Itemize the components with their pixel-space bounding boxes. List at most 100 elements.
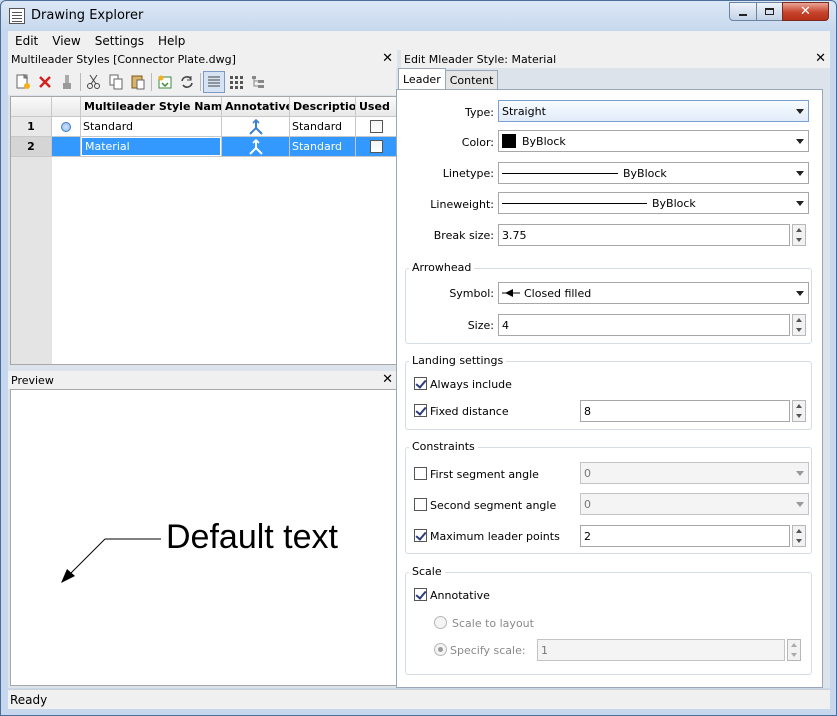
close-button[interactable]: ✕ <box>782 2 829 21</box>
row-number[interactable]: 1 <box>11 117 52 137</box>
specify-scale-label[interactable]: Specify scale: <box>450 644 526 657</box>
linetype-combo[interactable]: ByBlock <box>498 162 809 184</box>
first-segment-angle-label[interactable]: First segment angle <box>430 468 539 481</box>
description-cell[interactable]: Standard <box>290 117 356 137</box>
style-name-cell[interactable]: Material <box>81 137 222 157</box>
arrow-size-spinner[interactable] <box>792 314 806 336</box>
chevron-down-icon <box>796 502 804 507</box>
used-cell[interactable] <box>356 117 396 137</box>
fixed-distance-spinner[interactable] <box>792 400 806 422</box>
styles-panel-close-icon[interactable]: ✕ <box>382 51 393 67</box>
chevron-down-icon <box>796 471 804 476</box>
description-cell[interactable]: Standard <box>290 137 356 157</box>
first-segment-angle-combo[interactable]: 0 <box>580 462 809 484</box>
chevron-down-icon <box>796 139 804 144</box>
first-segment-angle-checkbox[interactable] <box>414 467 427 480</box>
scale-to-layout-label[interactable]: Scale to layout <box>452 617 534 630</box>
copy-icon <box>109 74 123 89</box>
title-bar: Drawing Explorer ✕ <box>1 1 836 31</box>
new-document-icon <box>16 73 30 89</box>
max-leader-points-spinner[interactable] <box>792 525 806 547</box>
import-button[interactable] <box>154 71 176 93</box>
new-style-button[interactable] <box>12 71 34 93</box>
style-name-cell[interactable]: Standard <box>81 117 222 137</box>
used-cell[interactable] <box>356 137 396 157</box>
symbol-combo[interactable]: Closed filled <box>498 282 809 304</box>
edit-panel-header: Edit Mleader Style: Material ✕ <box>401 50 830 68</box>
break-size-spinner[interactable] <box>792 224 806 246</box>
window-title: Drawing Explorer <box>31 8 144 23</box>
app-icon <box>9 8 25 24</box>
styles-panel-title: Multileader Styles [Connector Plate.dwg] <box>11 52 236 66</box>
preview-sample-text: Default text <box>166 518 338 556</box>
menu-settings[interactable]: Settings <box>88 34 151 48</box>
details-view-button[interactable] <box>203 70 225 93</box>
copy-button[interactable] <box>105 71 127 93</box>
break-size-input[interactable]: 3.75 <box>498 224 790 246</box>
fixed-distance-label[interactable]: Fixed distance <box>430 405 509 418</box>
styles-toolbar <box>8 68 396 95</box>
current-style-cell[interactable] <box>52 117 81 137</box>
column-header-used[interactable]: Used <box>356 97 396 117</box>
menu-edit[interactable]: Edit <box>8 34 45 48</box>
type-combo[interactable]: Straight <box>498 100 809 122</box>
tree-view-button[interactable] <box>247 71 269 93</box>
maximize-button[interactable] <box>756 2 783 21</box>
used-checkbox[interactable] <box>370 120 383 133</box>
fixed-distance-input[interactable]: 8 <box>580 400 790 422</box>
tab-content[interactable]: Content <box>444 70 499 89</box>
refresh-button[interactable] <box>176 71 198 93</box>
arrow-size-input[interactable]: 4 <box>498 314 790 336</box>
max-leader-points-checkbox[interactable] <box>414 529 427 542</box>
tab-leader[interactable]: Leader <box>398 68 446 89</box>
icons-view-icon <box>230 75 243 89</box>
scissors-icon <box>87 74 100 89</box>
fixed-distance-checkbox[interactable] <box>414 404 427 417</box>
max-leader-points-input[interactable]: 2 <box>580 525 790 547</box>
icons-view-button[interactable] <box>225 71 247 93</box>
always-include-checkbox[interactable] <box>414 377 427 390</box>
landing-settings-title: Landing settings <box>409 354 507 367</box>
brush-icon <box>63 74 71 89</box>
scale-title: Scale <box>409 565 445 578</box>
annotative-cell[interactable] <box>222 137 290 157</box>
row-number[interactable]: 2 <box>11 137 52 157</box>
specify-scale-radio[interactable] <box>434 643 447 656</box>
color-combo[interactable]: ByBlock <box>498 130 809 152</box>
always-include-label[interactable]: Always include <box>430 378 512 391</box>
minimize-button[interactable] <box>729 2 757 21</box>
menu-bar: Edit View Settings Help <box>8 31 830 50</box>
lineweight-combo[interactable]: ByBlock <box>498 192 809 214</box>
paste-button[interactable] <box>127 71 149 93</box>
preview-canvas: Default text <box>10 389 397 686</box>
menu-help[interactable]: Help <box>151 34 192 48</box>
style-name-edit-input[interactable]: Material <box>82 138 220 155</box>
scale-to-layout-radio[interactable] <box>434 616 447 629</box>
column-header-name[interactable]: Multileader Style Name <box>81 97 222 117</box>
purge-button[interactable] <box>56 71 78 93</box>
column-header-annotative[interactable]: Annotative <box>222 97 290 117</box>
specify-scale-input[interactable]: 1 <box>537 639 785 661</box>
current-style-cell[interactable] <box>52 137 81 157</box>
second-segment-angle-checkbox[interactable] <box>414 498 427 511</box>
menu-view[interactable]: View <box>45 34 87 48</box>
max-leader-points-label[interactable]: Maximum leader points <box>430 530 560 543</box>
cut-button[interactable] <box>83 71 105 93</box>
close-icon: ✕ <box>800 4 811 19</box>
specify-scale-spinner[interactable] <box>787 639 801 661</box>
preview-panel-close-icon[interactable]: ✕ <box>382 372 393 388</box>
annotative-label[interactable]: Annotative <box>430 589 490 602</box>
second-segment-angle-label[interactable]: Second segment angle <box>430 499 556 512</box>
delete-style-button[interactable] <box>34 71 56 93</box>
grid-corner <box>11 97 52 117</box>
used-checkbox[interactable] <box>370 140 383 153</box>
current-style-indicator-icon <box>61 121 71 132</box>
lineweight-label: Lineweight: <box>430 198 494 211</box>
annotative-checkbox[interactable] <box>414 588 427 601</box>
type-value: Straight <box>502 104 546 118</box>
arrow-size-label: Size: <box>467 319 494 332</box>
edit-panel-close-icon[interactable]: ✕ <box>815 51 826 67</box>
column-header-description[interactable]: Description <box>290 97 356 117</box>
second-segment-angle-combo[interactable]: 0 <box>580 493 809 515</box>
annotative-cell[interactable] <box>222 117 290 137</box>
